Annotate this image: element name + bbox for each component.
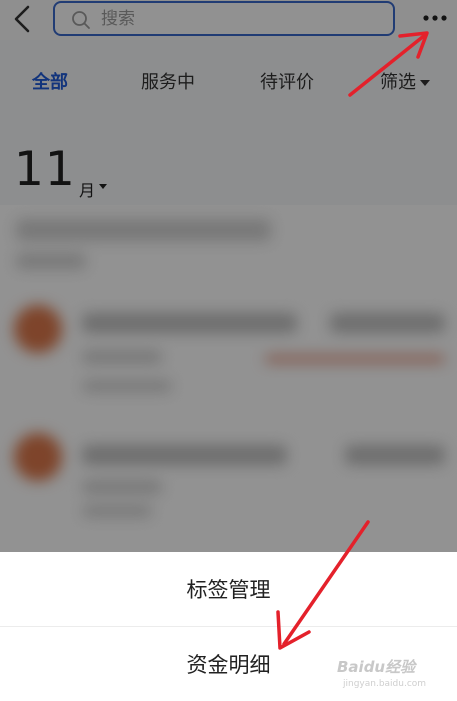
tag-management-option[interactable]: 标签管理 (0, 552, 457, 626)
baidu-watermark: Baidu经验 (337, 658, 416, 676)
order-list-page: 搜索 全部 服务中 待评价 筛选 11 月 (0, 0, 457, 552)
baidu-watermark-url: jingyan.baidu.com (343, 679, 427, 689)
dim-overlay[interactable] (0, 0, 457, 552)
